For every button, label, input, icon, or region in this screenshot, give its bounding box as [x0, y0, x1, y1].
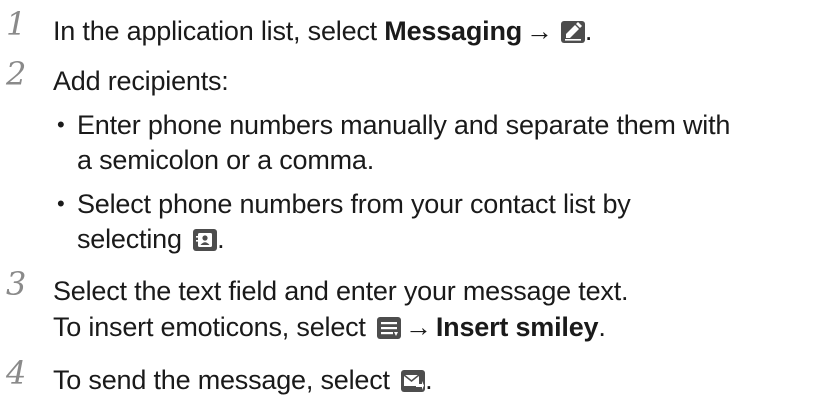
bullet-dot: • [57, 191, 65, 216]
insert-smiley-label: Insert smiley [435, 312, 599, 342]
bullet-text-line: Select phone numbers from your contact l… [77, 189, 631, 219]
step-number: 3 [6, 265, 27, 303]
step-text: In the application list, select Messagin… [53, 16, 593, 46]
step-number: 4 [6, 354, 27, 392]
step-number: 2 [6, 55, 27, 93]
bullet-text-line: Enter phone numbers manually and separat… [77, 110, 731, 140]
messaging-label: Messaging [384, 16, 523, 46]
instruction-document: 1 In the application list, select Messag… [0, 0, 823, 403]
bullet-text-line: selecting . [77, 224, 225, 254]
step-text: To send the message, select . [53, 365, 433, 395]
bullet-text-line: a semicolon or a comma. [77, 145, 375, 175]
contacts-icon [193, 229, 218, 251]
compose-icon [560, 21, 585, 43]
step-text: Add recipients: [53, 66, 229, 96]
bullet-dot: • [57, 112, 65, 137]
step-text: Select the text field and enter your mes… [53, 276, 629, 306]
step-number: 1 [6, 5, 27, 43]
send-message-icon [401, 370, 426, 392]
menu-icon [377, 317, 402, 339]
arrow: → [526, 16, 553, 46]
arrow: → [405, 312, 432, 342]
step-text: To insert emoticons, select → Insert smil… [53, 312, 606, 342]
